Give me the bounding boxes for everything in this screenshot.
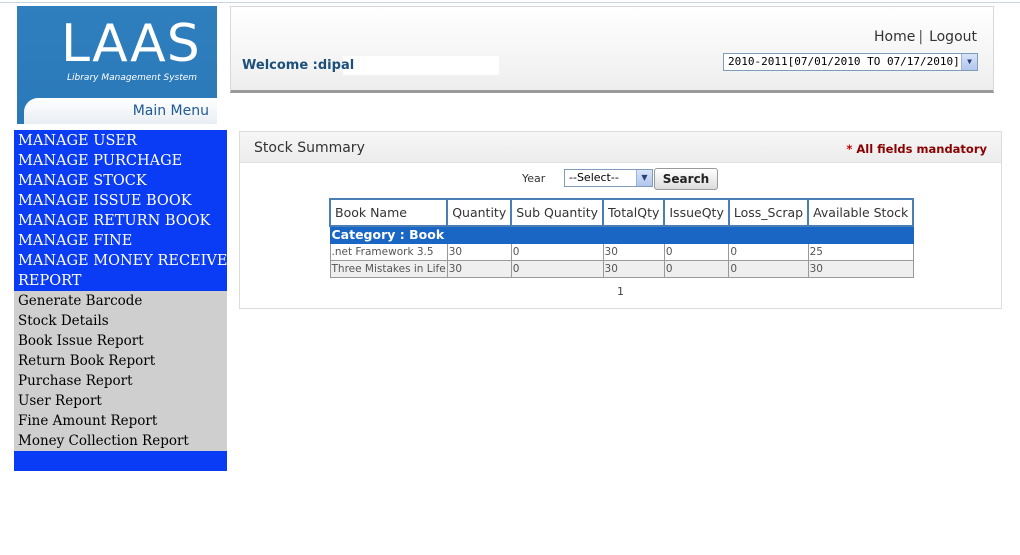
submenu-item-return-book-report[interactable]: Return Book Report	[14, 351, 227, 371]
cell-sub-quantity: 0	[510, 242, 604, 261]
session-year-select[interactable]: 2010-2011[07/01/2010 TO 07/17/2010] ▼	[723, 53, 978, 71]
year-filter: Year --Select-- ▼ Search	[240, 168, 1001, 192]
cell-issueqty: 0	[663, 259, 730, 278]
cell-quantity: 30	[446, 259, 512, 278]
home-link[interactable]: Home	[874, 29, 915, 45]
submenu-item-user-report[interactable]: User Report	[14, 391, 227, 411]
column-header-available-stock: Available Stock	[807, 198, 915, 227]
app-logo: LAAS Library Management System Main Menu	[17, 6, 217, 124]
cell-issueqty: 0	[663, 242, 730, 261]
main-menu-header: Main Menu	[24, 98, 217, 124]
cell-totalqty: 30	[602, 242, 665, 261]
column-header-issueqty: IssueQty	[663, 198, 730, 227]
sidebar-item-manage-stock[interactable]: MANAGE STOCK	[14, 171, 227, 191]
stock-summary-panel: Stock Summary * All fields mandatory Yea…	[239, 131, 1002, 309]
submenu-item-stock-details[interactable]: Stock Details	[14, 311, 227, 331]
submenu-item-money-collection-report[interactable]: Money Collection Report	[14, 431, 227, 451]
cell-loss-scrap: 0	[728, 259, 809, 278]
main-menu-label: Main Menu	[132, 103, 209, 119]
logo-subtitle: Library Management System	[67, 73, 198, 83]
link-separator: |	[918, 29, 924, 45]
submenu-item-generate-barcode[interactable]: Generate Barcode	[14, 291, 227, 311]
cell-loss-scrap: 0	[728, 242, 809, 261]
session-year-value: 2010-2011[07/01/2010 TO 07/17/2010]	[728, 55, 960, 68]
cell-sub-quantity: 0	[510, 259, 604, 278]
top-header: Welcome :dipal Home | Logout 2010-2011[07/…	[230, 6, 994, 93]
sidebar-item-manage-money-receive[interactable]: MANAGE MONEY RECEIVE	[14, 251, 227, 271]
mandatory-text: All fields mandatory	[856, 142, 987, 156]
chevron-down-icon[interactable]: ▼	[961, 54, 977, 70]
chevron-down-icon[interactable]: ▼	[636, 170, 652, 186]
sidebar-item-manage-purchage[interactable]: MANAGE PURCHAGE	[14, 151, 227, 171]
submenu-item-book-issue-report[interactable]: Book Issue Report	[14, 331, 227, 351]
column-header-loss-scrap: Loss_Scrap	[727, 198, 810, 227]
table-row: Three Mistakes in Life 30 0 30 0 0 30	[329, 259, 914, 278]
sidebar-item-report[interactable]: REPORT	[14, 271, 227, 291]
cell-book-name: .net Framework 3.5	[329, 242, 448, 261]
cell-quantity: 30	[446, 242, 512, 261]
sidebar-item-manage-return-book[interactable]: MANAGE RETURN BOOK	[14, 211, 227, 231]
page-number[interactable]: 1	[617, 285, 624, 298]
table-row: .net Framework 3.5 30 0 30 0 0 25	[329, 242, 914, 261]
category-label: Category : Book	[329, 225, 914, 244]
report-submenu: Generate Barcode Stock Details Book Issu…	[14, 291, 227, 451]
cell-available-stock: 25	[807, 242, 914, 261]
panel-header: Stock Summary * All fields mandatory	[240, 132, 1001, 163]
top-links: Home | Logout	[874, 29, 977, 45]
page-title: Stock Summary	[254, 140, 365, 156]
year-label: Year	[522, 172, 546, 185]
required-asterisk: *	[846, 142, 853, 156]
year-select-value: --Select--	[569, 171, 619, 184]
sidebar-footer	[14, 451, 227, 471]
cell-totalqty: 30	[602, 259, 665, 278]
mandatory-note: * All fields mandatory	[846, 142, 987, 156]
submenu-item-fine-amount-report[interactable]: Fine Amount Report	[14, 411, 227, 431]
welcome-background	[343, 56, 499, 75]
logout-link[interactable]: Logout	[929, 29, 977, 45]
column-header-quantity: Quantity	[446, 198, 513, 227]
cell-book-name: Three Mistakes in Life	[329, 259, 448, 278]
column-header-sub-quantity: Sub Quantity	[510, 198, 605, 227]
welcome-text: Welcome :dipal	[242, 58, 355, 73]
cell-available-stock: 30	[807, 259, 914, 278]
column-header-book-name: Book Name	[328, 198, 449, 227]
category-row: Category : Book	[329, 225, 914, 244]
logo-wordmark: LAAS	[61, 14, 201, 74]
column-header-totalqty: TotalQty	[602, 198, 666, 227]
year-select[interactable]: --Select-- ▼	[564, 169, 653, 187]
submenu-item-purchase-report[interactable]: Purchase Report	[14, 371, 227, 391]
sidebar-item-manage-issue-book[interactable]: MANAGE ISSUE BOOK	[14, 191, 227, 211]
sidebar-item-manage-user[interactable]: MANAGE USER	[14, 131, 227, 151]
search-button[interactable]: Search	[654, 168, 718, 190]
sidebar-menu: MANAGE USER MANAGE PURCHAGE MANAGE STOCK…	[14, 130, 227, 471]
table-header-row: Book Name Quantity Sub Quantity TotalQty…	[328, 198, 915, 227]
pagination: 1	[240, 285, 1001, 298]
stock-table: Book Name Quantity Sub Quantity TotalQty…	[328, 198, 915, 278]
main-menu-list: MANAGE USER MANAGE PURCHAGE MANAGE STOCK…	[14, 130, 227, 291]
sidebar-item-manage-fine[interactable]: MANAGE FINE	[14, 231, 227, 251]
top-divider	[0, 2, 1020, 3]
